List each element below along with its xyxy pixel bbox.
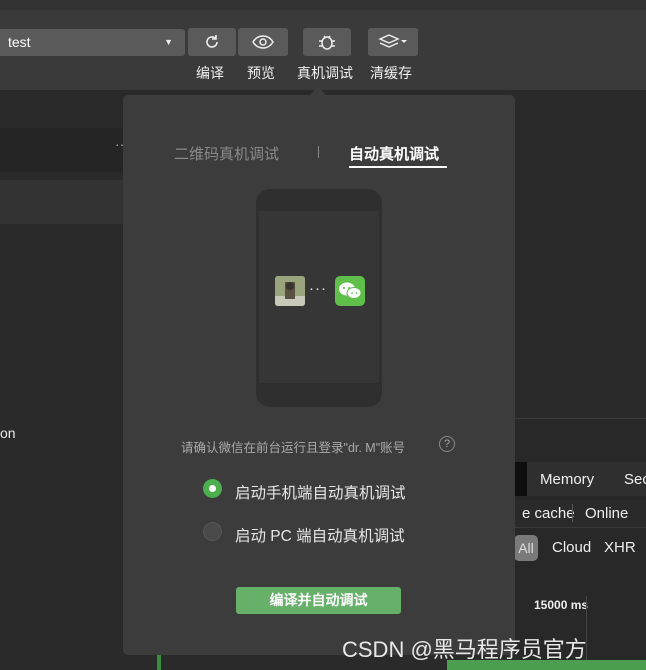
eye-icon: [252, 35, 274, 49]
tab-divider: [318, 146, 319, 158]
compile-and-debug-button[interactable]: 编译并自动调试: [236, 587, 401, 614]
tab-auto-debug[interactable]: 自动真机调试: [349, 143, 439, 164]
compile-label: 编译: [196, 65, 224, 81]
wechat-icon: [335, 276, 365, 306]
devtools-tab-active: [515, 462, 527, 496]
radio-mobile-debug[interactable]: [203, 479, 222, 498]
filter-cloud[interactable]: Cloud: [552, 539, 591, 556]
preview-label: 预览: [247, 65, 275, 81]
clear-cache-label: 清缓存: [370, 65, 412, 81]
filter-all[interactable]: All: [514, 535, 538, 561]
toolbar-top-strip: [0, 0, 646, 10]
refresh-icon: [206, 35, 218, 48]
radio-pc-debug[interactable]: [203, 522, 222, 541]
compile-button[interactable]: [188, 28, 236, 56]
connecting-dots: ···: [309, 280, 327, 297]
radio-pc-label[interactable]: 启动 PC 端自动真机调试: [235, 524, 405, 546]
divider: [572, 504, 573, 522]
active-tab-indicator: [349, 166, 447, 168]
timeline-label: 15000 ms: [534, 598, 589, 612]
filter-xhr[interactable]: XHR: [604, 539, 636, 556]
toolbar: test ▼ 编译 预览 真机调试 清缓存: [0, 0, 646, 90]
tab-qr-debug[interactable]: 二维码真机调试: [174, 143, 279, 164]
popup-arrow: [310, 86, 326, 95]
radio-selected-dot: [209, 485, 216, 492]
help-icon[interactable]: ?: [439, 436, 455, 452]
user-avatar: [275, 276, 305, 306]
disable-cache-option[interactable]: e cache: [522, 505, 575, 522]
side-text: on: [0, 425, 16, 441]
preview-button[interactable]: [238, 28, 288, 56]
bug-icon: [319, 35, 335, 50]
project-name: test: [8, 34, 31, 50]
layers-icon: [378, 34, 407, 48]
watermark: CSDN @黑马程序员官方: [342, 637, 587, 662]
throttle-select[interactable]: Online: [585, 505, 628, 522]
remote-debug-popup: 二维码真机调试 自动真机调试 ··· 请确认微信在前台运行且登录"dr. M"账…: [123, 95, 515, 655]
tab-memory[interactable]: Memory: [540, 471, 594, 488]
tab-security[interactable]: Sec: [624, 471, 646, 488]
clear-cache-button[interactable]: [368, 28, 418, 56]
timeline-marker: [157, 655, 161, 670]
caret-down-icon: ▼: [164, 37, 173, 47]
project-select[interactable]: test ▼: [0, 29, 185, 56]
confirm-message: 请确认微信在前台运行且登录"dr. M"账号: [181, 441, 406, 455]
radio-mobile-label[interactable]: 启动手机端自动真机调试: [235, 481, 406, 503]
remote-debug-button[interactable]: [303, 28, 351, 56]
remote-debug-label: 真机调试: [297, 65, 353, 81]
